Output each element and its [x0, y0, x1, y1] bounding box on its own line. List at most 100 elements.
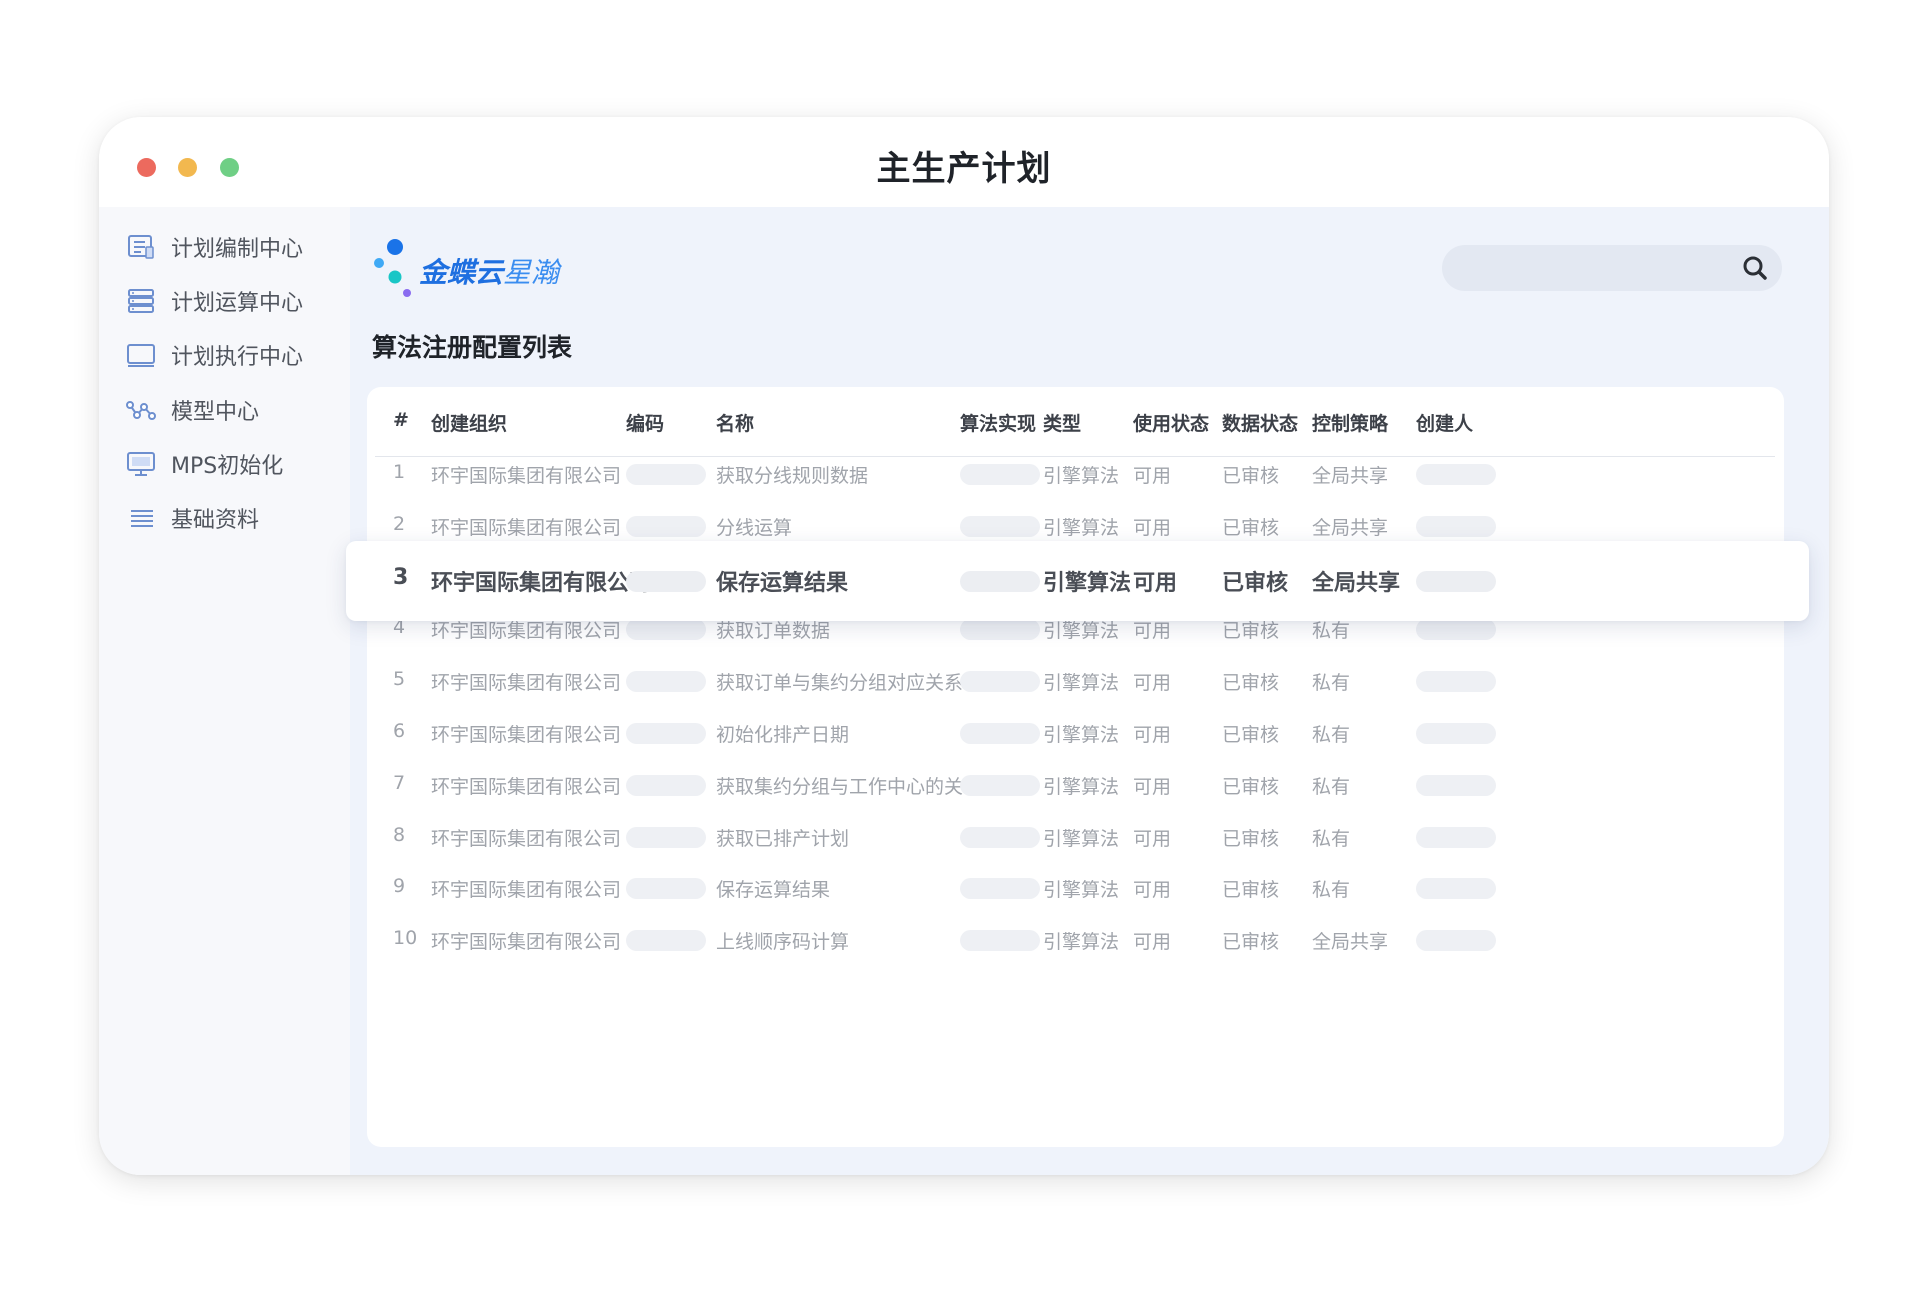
cell-org: 环宇国际集团有限公司 [431, 931, 622, 953]
sidebar-item-mps-init[interactable]: MPS初始化 [125, 444, 345, 484]
column-header-data-status[interactable]: 数据状态 [1222, 409, 1298, 436]
cell-code-placeholder [626, 516, 706, 537]
cell-policy: 全局共享 [1312, 931, 1389, 953]
cell-code-placeholder [626, 723, 706, 744]
cell-creator-placeholder [1416, 516, 1496, 537]
cell-use-status: 可用 [1133, 517, 1172, 539]
sidebar-item-label: 计划编制中心 [171, 237, 304, 262]
cell-type: 引擎算法 [1043, 571, 1132, 596]
document-list-icon [125, 231, 157, 263]
sidebar-item-label: MPS初始化 [171, 454, 284, 479]
cell-name: 获取分线规则数据 [716, 465, 869, 487]
cell-index: 5 [393, 668, 406, 690]
cell-name: 保存运算结果 [716, 879, 831, 901]
cell-impl-placeholder [960, 827, 1040, 848]
cell-type: 引擎算法 [1043, 672, 1120, 694]
column-header-code[interactable]: 编码 [626, 409, 664, 436]
brand-name-bold: 金蝶云 [419, 256, 504, 289]
brand-dots-icon [374, 239, 411, 297]
cell-code-placeholder [626, 619, 706, 640]
cell-creator-placeholder [1416, 723, 1496, 744]
app-window: 主生产计划 计划编制中心 计划运算中心 计划执行中心 模型中心 MPS初始化 基… [99, 117, 1829, 1175]
cell-use-status: 可用 [1133, 465, 1172, 487]
column-header-type[interactable]: 类型 [1043, 409, 1081, 436]
column-header-creator[interactable]: 创建人 [1416, 409, 1473, 436]
cell-code-placeholder [626, 775, 706, 796]
sidebar-item-label: 基础资料 [171, 508, 260, 533]
page-title: 算法注册配置列表 [372, 333, 573, 362]
server-stack-icon [125, 285, 157, 317]
cell-code-placeholder [626, 930, 706, 951]
search-icon[interactable] [1742, 255, 1768, 281]
column-header-policy[interactable]: 控制策略 [1312, 409, 1388, 436]
sidebar-item-base-data[interactable]: 基础资料 [125, 498, 345, 538]
cell-use-status: 可用 [1133, 571, 1178, 596]
title-bar: 主生产计划 [99, 117, 1829, 207]
cell-data-status: 已审核 [1222, 571, 1289, 596]
algorithm-table: # 创建组织 编码 名称 算法实现 类型 使用状态 数据状态 控制策略 创建人 … [346, 387, 1809, 1147]
cell-impl-placeholder [960, 571, 1040, 592]
cell-data-status: 已审核 [1222, 931, 1280, 953]
brand-logo: 金蝶云星瀚 [372, 237, 592, 299]
list-icon [125, 502, 157, 534]
cell-index: 7 [393, 772, 406, 794]
cell-name: 保存运算结果 [716, 571, 849, 596]
sidebar-item-model-center[interactable]: 模型中心 [125, 390, 345, 430]
column-header-index[interactable]: # [393, 409, 409, 431]
cell-policy: 私有 [1312, 776, 1351, 798]
sidebar-item-plan-execute[interactable]: 计划执行中心 [125, 335, 345, 375]
cell-creator-placeholder [1416, 619, 1496, 640]
sidebar-item-plan-compile[interactable]: 计划编制中心 [125, 227, 345, 267]
sidebar-item-label: 计划运算中心 [171, 291, 304, 316]
brand-name-light: 星瀚 [503, 256, 560, 289]
cell-data-status: 已审核 [1222, 672, 1280, 694]
cell-index: 8 [393, 824, 406, 846]
sidebar: 计划编制中心 计划运算中心 计划执行中心 模型中心 MPS初始化 基础资料 [99, 207, 350, 1175]
cell-creator-placeholder [1416, 930, 1496, 951]
search-box[interactable] [1442, 245, 1782, 291]
cell-type: 引擎算法 [1043, 931, 1120, 953]
column-header-use-status[interactable]: 使用状态 [1133, 409, 1209, 436]
column-header-impl[interactable]: 算法实现 [960, 409, 1036, 436]
cell-type: 引擎算法 [1043, 879, 1120, 901]
cell-name: 初始化排产日期 [716, 724, 850, 746]
monitor-icon [125, 339, 157, 371]
cell-creator-placeholder [1416, 827, 1496, 848]
cell-org: 环宇国际集团有限公司 [431, 879, 622, 901]
cell-index: 1 [393, 461, 406, 483]
sidebar-item-plan-compute[interactable]: 计划运算中心 [125, 281, 345, 321]
cell-type: 引擎算法 [1043, 517, 1120, 539]
cell-creator-placeholder [1416, 878, 1496, 899]
cell-data-status: 已审核 [1222, 465, 1280, 487]
cell-org: 环宇国际集团有限公司 [431, 776, 622, 798]
desktop-icon [125, 448, 157, 480]
cell-name: 获取订单与集约分组对应关系 [716, 672, 964, 694]
cell-name: 获取集约分组与工作中心的关系 [716, 776, 983, 798]
main-content: 金蝶云星瀚 算法注册配置列表 # 创建组织 编码 名称 算法实现 类型 使用状态… [346, 207, 1829, 1175]
column-header-org[interactable]: 创建组织 [431, 409, 507, 436]
cell-org: 环宇国际集团有限公司 [431, 465, 622, 487]
cell-policy: 全局共享 [1312, 517, 1389, 539]
cell-type: 引擎算法 [1043, 465, 1120, 487]
column-header-name[interactable]: 名称 [716, 409, 754, 436]
cell-impl-placeholder [960, 516, 1040, 537]
cell-use-status: 可用 [1133, 931, 1172, 953]
cell-impl-placeholder [960, 878, 1040, 899]
table-row[interactable]: 3 环宇国际集团有限公司 保存运算结果 引擎算法 可用 已审核 全局共享 [346, 541, 1809, 621]
cell-code-placeholder [626, 671, 706, 692]
cell-name: 上线顺序码计算 [716, 931, 850, 953]
cell-name: 获取已排产计划 [716, 828, 850, 850]
cell-creator-placeholder [1416, 464, 1496, 485]
cell-impl-placeholder [960, 619, 1040, 640]
cell-data-status: 已审核 [1222, 879, 1280, 901]
cell-creator-placeholder [1416, 671, 1496, 692]
cell-org: 环宇国际集团有限公司 [431, 828, 622, 850]
cell-policy: 全局共享 [1312, 465, 1389, 487]
table-row[interactable]: 10 环宇国际集团有限公司 上线顺序码计算 引擎算法 可用 已审核 全局共享 [375, 909, 1775, 973]
cell-impl-placeholder [960, 671, 1040, 692]
cell-data-status: 已审核 [1222, 828, 1280, 850]
cell-code-placeholder [626, 571, 706, 592]
cell-type: 引擎算法 [1043, 724, 1120, 746]
cell-index: 6 [393, 720, 406, 742]
search-input[interactable] [1460, 245, 1730, 291]
